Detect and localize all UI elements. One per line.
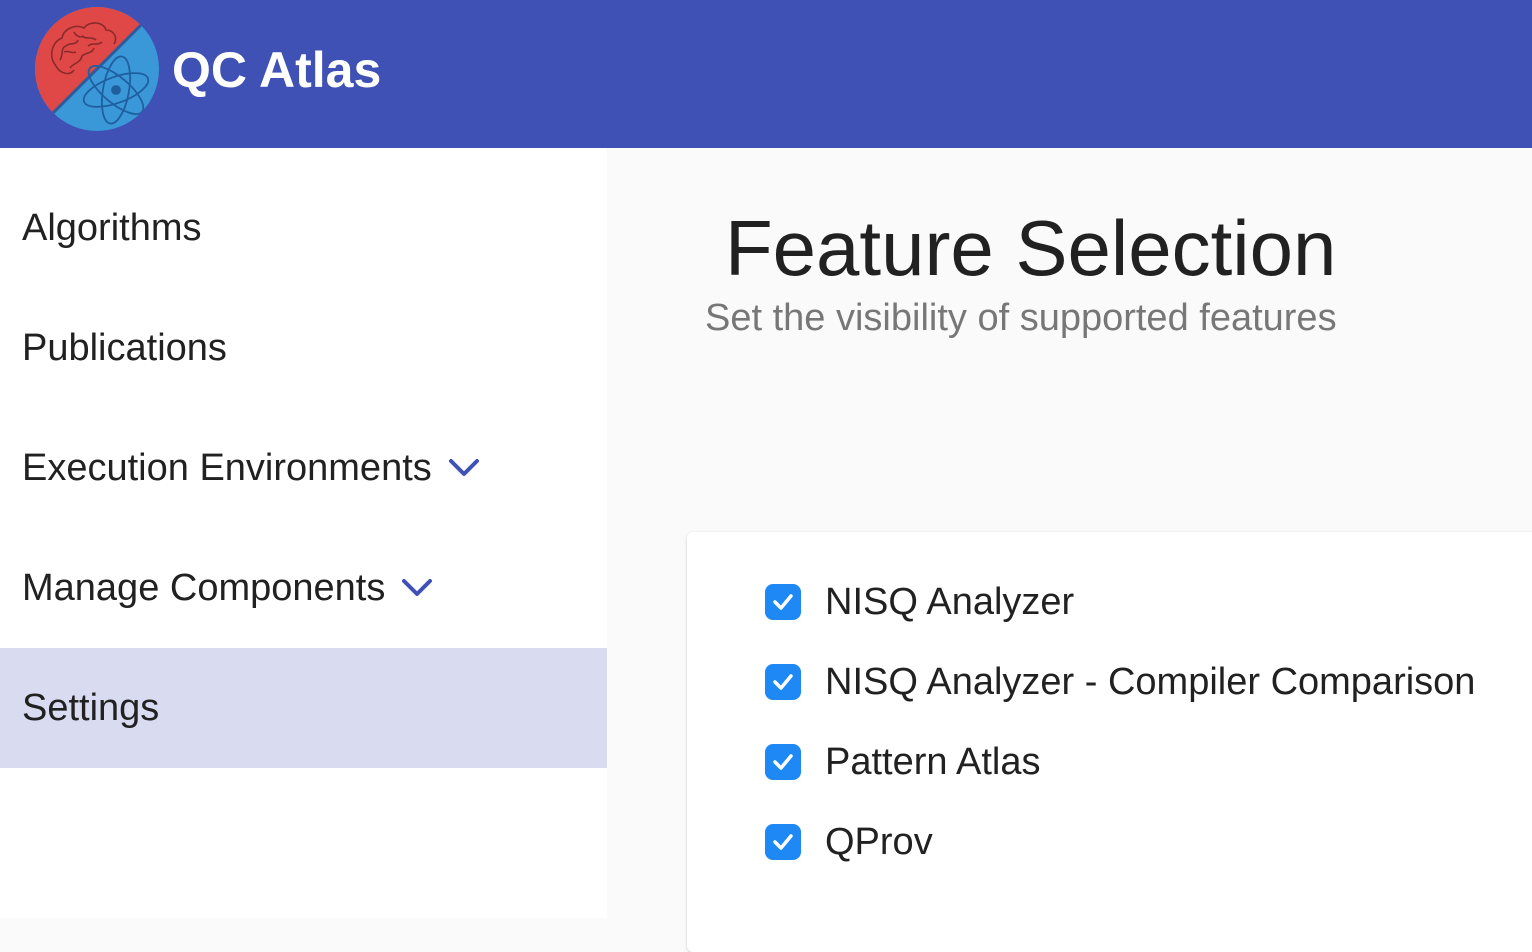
checkbox-qprov[interactable] bbox=[765, 824, 801, 860]
page-subtitle: Set the visibility of supported features bbox=[705, 297, 1337, 339]
feature-row-pattern-atlas[interactable]: Pattern Atlas bbox=[765, 732, 1040, 792]
sidebar-item-algorithms[interactable]: Algorithms bbox=[0, 168, 607, 288]
sidebar-item-label: Publications bbox=[22, 326, 227, 369]
sidebar-item-label: Execution Environments bbox=[22, 446, 432, 489]
feature-row-nisq-analyzer[interactable]: NISQ Analyzer bbox=[765, 572, 1074, 632]
checkmark-icon bbox=[773, 594, 793, 610]
sidebar-item-label: Manage Components bbox=[22, 566, 386, 609]
feature-label: Pattern Atlas bbox=[825, 740, 1041, 783]
page-title: Feature Selection bbox=[725, 204, 1337, 292]
feature-row-qprov[interactable]: QProv bbox=[765, 812, 933, 872]
sidebar-item-label: Settings bbox=[22, 686, 160, 729]
sidebar-item-label: Algorithms bbox=[22, 206, 202, 249]
feature-label: QProv bbox=[825, 820, 933, 863]
checkmark-icon bbox=[773, 674, 793, 690]
feature-label: NISQ Analyzer bbox=[825, 580, 1075, 623]
sidebar-item-settings[interactable]: Settings bbox=[0, 648, 607, 768]
sidebar-item-publications[interactable]: Publications bbox=[0, 288, 607, 408]
chevron-down-icon[interactable] bbox=[401, 578, 433, 598]
main-content: Feature Selection Set the visibility of … bbox=[607, 148, 1532, 952]
checkmark-icon bbox=[773, 754, 793, 770]
feature-row-nisq-analyzer-compiler-comparison[interactable]: NISQ Analyzer - Compiler Comparison bbox=[765, 652, 1475, 712]
chevron-down-icon[interactable] bbox=[448, 458, 480, 478]
checkbox-pattern-atlas[interactable] bbox=[765, 744, 801, 780]
checkbox-nisq-analyzer-compiler-comparison[interactable] bbox=[765, 664, 801, 700]
feature-selection-card: NISQ Analyzer NISQ Analyzer - Compiler C… bbox=[687, 532, 1532, 952]
app-title[interactable]: QC Atlas bbox=[172, 40, 381, 100]
sidebar-nav: Algorithms Publications Execution Enviro… bbox=[0, 148, 607, 918]
checkbox-nisq-analyzer[interactable] bbox=[765, 584, 801, 620]
checkmark-icon bbox=[773, 834, 793, 850]
brain-atom-logo-icon[interactable] bbox=[34, 6, 160, 132]
feature-label: NISQ Analyzer - Compiler Comparison bbox=[825, 660, 1476, 703]
sidebar-item-execution-environments[interactable]: Execution Environments bbox=[0, 408, 607, 528]
sidebar-item-manage-components[interactable]: Manage Components bbox=[0, 528, 607, 648]
top-app-bar: QC Atlas bbox=[0, 0, 1532, 148]
